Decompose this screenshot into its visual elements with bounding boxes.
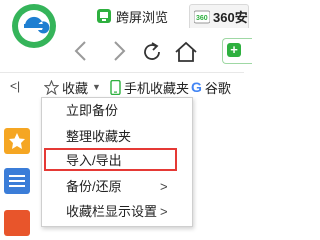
home-icon[interactable] bbox=[173, 40, 199, 64]
star-icon bbox=[44, 79, 59, 95]
bookmarks-left-toggle[interactable]: <| bbox=[10, 79, 20, 93]
menu-item-organize-favorites[interactable]: 整理收藏夹 bbox=[42, 126, 192, 148]
app-sidebar-icon[interactable] bbox=[0, 206, 32, 238]
tab-360-label: 360安 bbox=[213, 10, 248, 25]
menu-item-backup-now[interactable]: 立即备份 bbox=[42, 100, 192, 122]
mobile-favorites-label: 手机收藏夹 bbox=[124, 80, 190, 96]
favorites-label: 收藏 bbox=[62, 80, 89, 96]
notes-sidebar-icon[interactable] bbox=[0, 164, 32, 196]
favorites-sidebar-icon[interactable] bbox=[0, 124, 32, 156]
menu-item-backup-restore[interactable]: 备份/还原 > bbox=[42, 176, 192, 198]
menu-item-label: 立即备份 bbox=[66, 103, 119, 118]
menu-item-label: 收藏栏显示设置 bbox=[66, 204, 158, 219]
plus-icon: + bbox=[227, 43, 241, 57]
google-icon: G bbox=[191, 79, 202, 95]
tab-cross-screen[interactable]: 跨屏浏览 bbox=[96, 4, 168, 28]
chevron-right-icon: > bbox=[160, 204, 168, 219]
browser-logo-icon bbox=[12, 4, 56, 48]
svg-text:360: 360 bbox=[196, 15, 208, 22]
phone-icon bbox=[110, 79, 121, 95]
highlight-box bbox=[44, 148, 177, 171]
360-logo-icon: 360 bbox=[194, 10, 210, 23]
back-icon[interactable] bbox=[70, 38, 92, 64]
menu-item-label: 整理收藏夹 bbox=[66, 129, 132, 144]
mobile-favorites-button[interactable]: 手机收藏夹 bbox=[110, 78, 189, 96]
menu-item-label: 备份/还原 bbox=[66, 179, 122, 194]
forward-icon[interactable] bbox=[108, 38, 130, 64]
refresh-icon[interactable] bbox=[140, 40, 164, 64]
chevron-down-icon: ▼ bbox=[92, 82, 101, 92]
google-bookmark[interactable]: G 谷歌 bbox=[191, 78, 231, 96]
address-bar[interactable]: + bbox=[222, 38, 252, 64]
google-label: 谷歌 bbox=[204, 80, 231, 96]
favorites-menu-button[interactable]: 收藏 ▼ bbox=[44, 78, 101, 96]
cross-screen-icon bbox=[97, 9, 111, 23]
chevron-right-icon: > bbox=[160, 179, 168, 194]
menu-item-bar-display-settings[interactable]: 收藏栏显示设置 > bbox=[42, 201, 192, 223]
tab-cross-screen-label: 跨屏浏览 bbox=[116, 9, 169, 25]
tab-360[interactable]: 360 360安 bbox=[189, 4, 249, 28]
